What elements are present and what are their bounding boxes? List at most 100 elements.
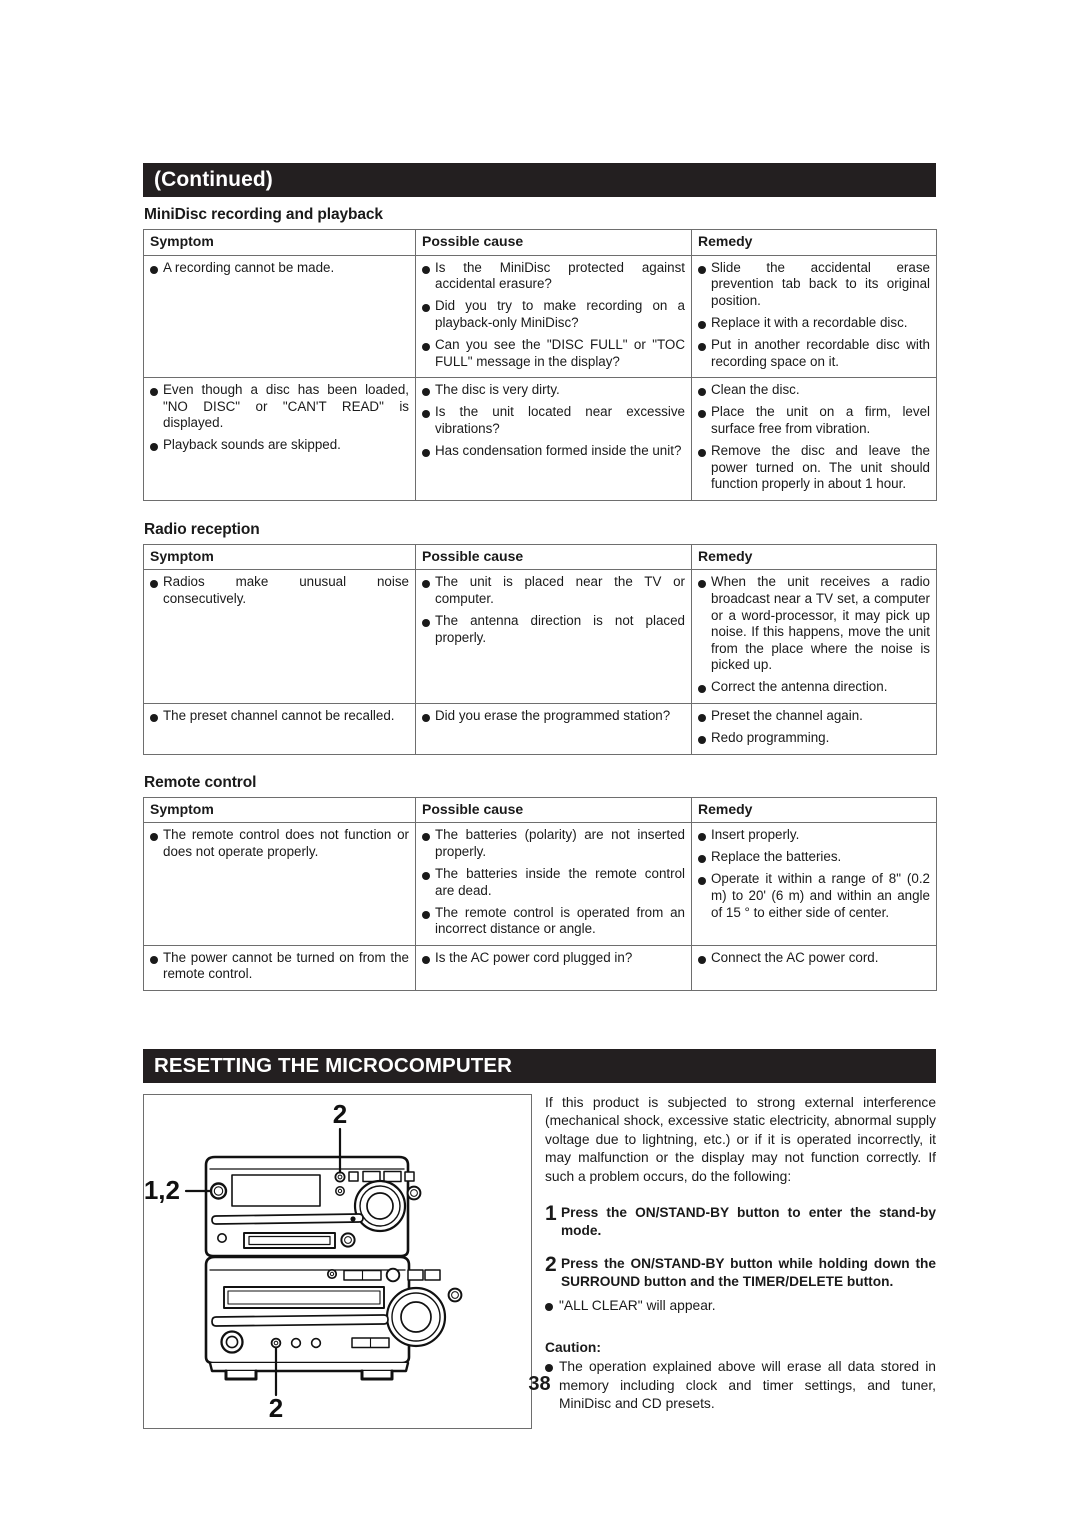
- list-item: Is the MiniDisc protected against accide…: [422, 260, 685, 293]
- bullet-list: Preset the channel again. Redo programmi…: [698, 708, 930, 747]
- bullet-list: The unit is placed near the TV or comput…: [422, 574, 685, 646]
- bullet-list: Connect the AC power cord.: [698, 950, 930, 967]
- table-row: A recording cannot be made. Is the MiniD…: [143, 254, 937, 379]
- column-header-possible-cause: Possible cause: [415, 229, 692, 256]
- page-number: 38: [528, 1373, 551, 1395]
- list-item: Is the unit located near excessive vibra…: [422, 404, 685, 437]
- bullet-list: When the unit receives a radio broadcast…: [698, 574, 930, 696]
- section-heading-radio: Radio reception: [144, 520, 260, 538]
- bullet-list: Is the MiniDisc protected against accide…: [422, 260, 685, 371]
- cell-symptom: The preset channel cannot be recalled.: [143, 702, 416, 755]
- list-item: Correct the antenna direction.: [698, 679, 930, 696]
- list-item: Is the AC power cord plugged in?: [422, 950, 685, 967]
- list-item: The remote control does not function or …: [150, 827, 409, 860]
- list-item: The preset channel cannot be recalled.: [150, 708, 409, 725]
- list-item: Replace it with a recordable disc.: [698, 315, 930, 332]
- step-number: 2: [545, 1253, 557, 1277]
- troubleshooting-table-minidisc: Symptom Possible cause Remedy A recordin…: [143, 229, 937, 501]
- column-header-remedy: Remedy: [691, 543, 937, 571]
- cell-possible-cause: Is the MiniDisc protected against accide…: [415, 254, 692, 379]
- bullet-list: The power cannot be turned on from the r…: [150, 950, 409, 983]
- list-item: Did you try to make recording on a playb…: [422, 298, 685, 331]
- table-header-row: Symptom Possible cause Remedy: [143, 229, 937, 256]
- table-row: Radios make unusual noise consecutively.…: [143, 569, 937, 704]
- section-heading-remote: Remote control: [144, 773, 257, 791]
- bullet-list: Did you erase the programmed station?: [422, 708, 685, 725]
- table-row: The remote control does not function or …: [143, 822, 937, 946]
- list-item: Remove the disc and leave the power turn…: [698, 443, 930, 493]
- step-text: Press the ON/STAND-BY button while holdi…: [561, 1256, 936, 1290]
- column-header-symptom: Symptom: [143, 796, 416, 824]
- troubleshooting-table-radio: Symptom Possible cause Remedy Radios mak…: [143, 543, 937, 755]
- list-item: The batteries (polarity) are not inserte…: [422, 827, 685, 860]
- cell-remedy: Connect the AC power cord.: [691, 944, 937, 992]
- list-item: The disc is very dirty.: [422, 382, 685, 399]
- list-item: The remote control is operated from an i…: [422, 905, 685, 938]
- list-item: Place the unit on a firm, level surface …: [698, 404, 930, 437]
- bullet-list: The batteries (polarity) are not inserte…: [422, 827, 685, 938]
- cell-possible-cause: Is the AC power cord plugged in?: [415, 944, 692, 992]
- table-row: Even though a disc has been loaded, "NO …: [143, 377, 937, 501]
- list-item: Redo programming.: [698, 730, 930, 747]
- bullet-list: A recording cannot be made.: [150, 260, 409, 277]
- reset-step2-note: "ALL CLEAR" will appear.: [545, 1297, 936, 1315]
- column-header-possible-cause: Possible cause: [415, 796, 692, 824]
- column-header-remedy: Remedy: [691, 229, 937, 256]
- column-header-possible-cause: Possible cause: [415, 543, 692, 571]
- table-header-row: Symptom Possible cause Remedy: [143, 543, 937, 571]
- list-item: Put in another recordable disc with reco…: [698, 337, 930, 370]
- reset-step-1: 1 Press the ON/STAND-BY button to enter …: [545, 1202, 936, 1240]
- list-item: Radios make unusual noise consecutively.: [150, 574, 409, 607]
- table-row: The power cannot be turned on from the r…: [143, 944, 937, 992]
- list-item: Insert properly.: [698, 827, 930, 844]
- bullet-list: Insert properly. Replace the batteries. …: [698, 827, 930, 921]
- column-header-symptom: Symptom: [143, 229, 416, 256]
- list-item: The unit is placed near the TV or comput…: [422, 574, 685, 607]
- list-item: Can you see the "DISC FULL" or "TOC FULL…: [422, 337, 685, 370]
- bullet-list: Even though a disc has been loaded, "NO …: [150, 382, 409, 454]
- column-header-symptom: Symptom: [143, 543, 416, 571]
- step-number: 1: [545, 1202, 557, 1226]
- table-row: The preset channel cannot be recalled. D…: [143, 702, 937, 755]
- troubleshooting-table-remote: Symptom Possible cause Remedy The remote…: [143, 796, 937, 992]
- bullet-list: The preset channel cannot be recalled.: [150, 708, 409, 725]
- list-item: Has condensation formed inside the unit?: [422, 443, 685, 460]
- manual-page: (Continued) MiniDisc recording and playb…: [143, 0, 937, 1525]
- reset-step-2: 2 Press the ON/STAND-BY button while hol…: [545, 1253, 936, 1291]
- cell-symptom: The power cannot be turned on from the r…: [143, 944, 416, 992]
- list-item: Even though a disc has been loaded, "NO …: [150, 382, 409, 432]
- cell-remedy: Slide the accidental erase prevention ta…: [691, 254, 937, 379]
- cell-possible-cause: The batteries (polarity) are not inserte…: [415, 822, 692, 946]
- cell-remedy: Insert properly. Replace the batteries. …: [691, 822, 937, 946]
- bullet-list: Is the AC power cord plugged in?: [422, 950, 685, 967]
- cell-possible-cause: The disc is very dirty. Is the unit loca…: [415, 377, 692, 501]
- list-item: The antenna direction is not placed prop…: [422, 613, 685, 646]
- cell-possible-cause: The unit is placed near the TV or comput…: [415, 569, 692, 704]
- list-item: When the unit receives a radio broadcast…: [698, 574, 930, 674]
- list-item: Preset the channel again.: [698, 708, 930, 725]
- list-item: Playback sounds are skipped.: [150, 437, 409, 454]
- step-text: Press the ON/STAND-BY button to enter th…: [561, 1205, 936, 1239]
- cell-remedy: When the unit receives a radio broadcast…: [691, 569, 937, 704]
- figure-callout-top: 2: [333, 1099, 347, 1129]
- cell-symptom: Radios make unusual noise consecutively.: [143, 569, 416, 704]
- column-header-remedy: Remedy: [691, 796, 937, 824]
- figure-callout-left: 1,2: [144, 1175, 180, 1205]
- section-heading-minidisc: MiniDisc recording and playback: [144, 206, 383, 223]
- table-header-row: Symptom Possible cause Remedy: [143, 796, 937, 824]
- list-item: Connect the AC power cord.: [698, 950, 930, 967]
- list-item: Slide the accidental erase prevention ta…: [698, 260, 930, 310]
- bullet-list: Slide the accidental erase prevention ta…: [698, 260, 930, 371]
- cell-remedy: Clean the disc. Place the unit on a firm…: [691, 377, 937, 501]
- list-item: The batteries inside the remote control …: [422, 866, 685, 899]
- list-item: Replace the batteries.: [698, 849, 930, 866]
- cell-symptom: Even though a disc has been loaded, "NO …: [143, 377, 416, 501]
- reset-section-bar: RESETTING THE MICROCOMPUTER: [143, 1049, 936, 1083]
- continued-section-bar: (Continued): [143, 163, 936, 197]
- cell-remedy: Preset the channel again. Redo programmi…: [691, 702, 937, 755]
- bullet-list: Radios make unusual noise consecutively.: [150, 574, 409, 607]
- cell-symptom: The remote control does not function or …: [143, 822, 416, 946]
- cell-symptom: A recording cannot be made.: [143, 254, 416, 379]
- list-item: A recording cannot be made.: [150, 260, 409, 277]
- list-item: Did you erase the programmed station?: [422, 708, 685, 725]
